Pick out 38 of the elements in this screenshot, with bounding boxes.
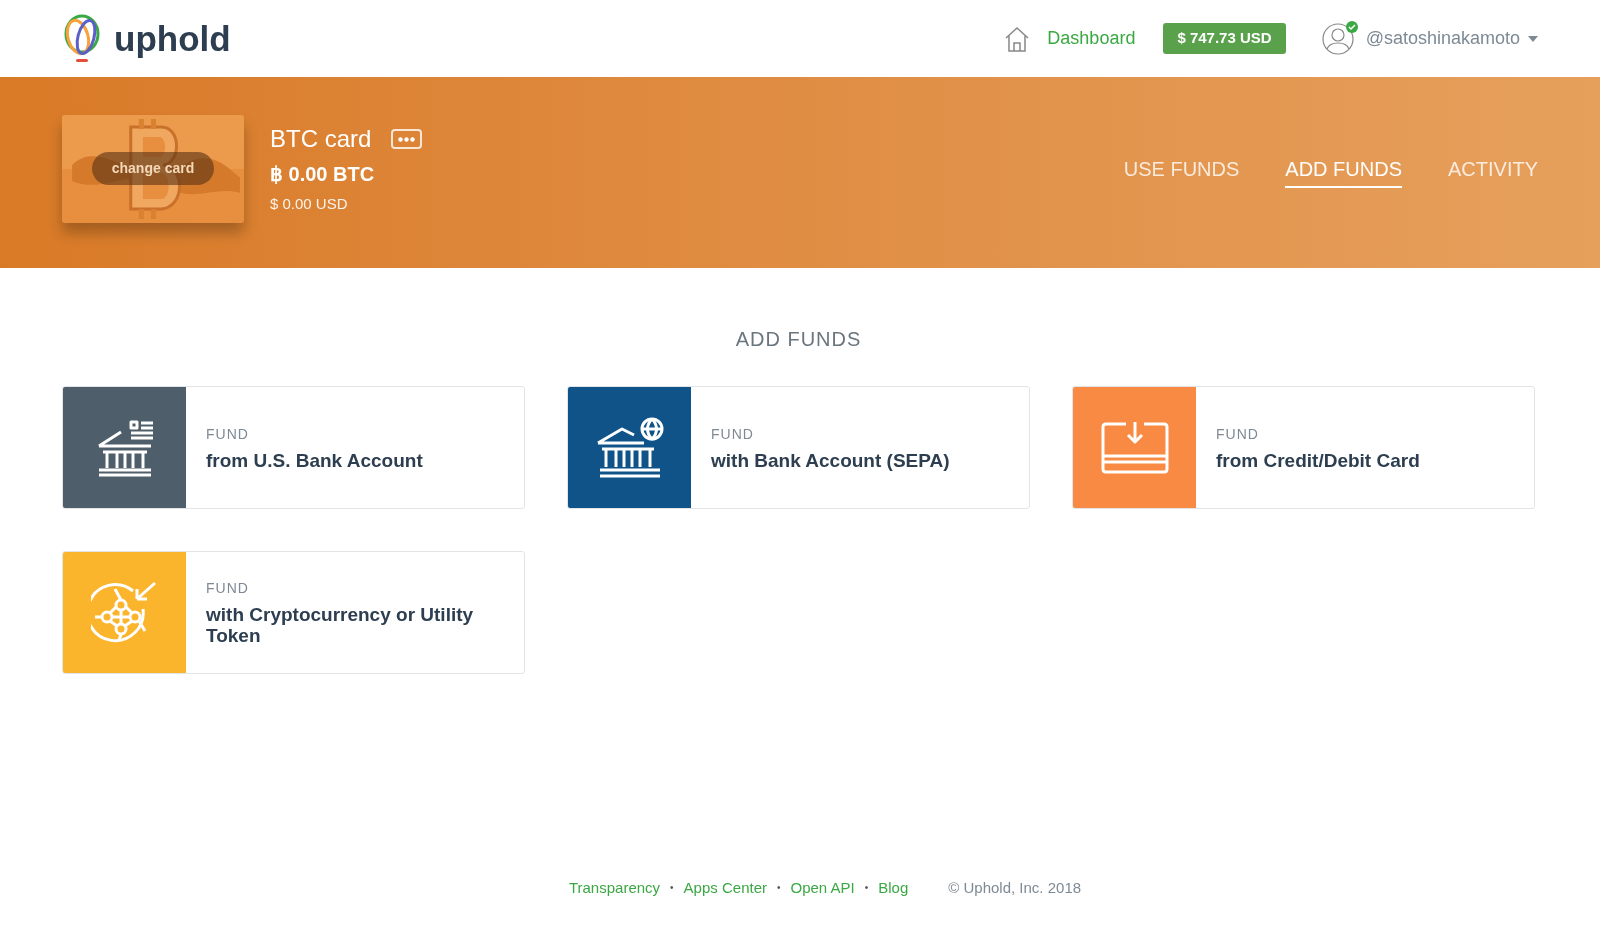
caret-icon xyxy=(1528,35,1538,42)
card-name: BTC card xyxy=(270,124,372,155)
separator-dot: • xyxy=(777,881,781,895)
footer-link[interactable]: Open API xyxy=(790,877,855,900)
fund-title: with Cryptocurrency or Utility Token xyxy=(206,605,475,647)
dashboard-link[interactable]: Dashboard xyxy=(1003,24,1136,53)
card-download-icon xyxy=(1099,419,1170,476)
more-options-button[interactable] xyxy=(391,129,423,150)
fund-label: FUND xyxy=(1216,424,1260,444)
copyright-text: © Uphold, Inc. 2018 xyxy=(948,878,1082,898)
avatar-icon[interactable] xyxy=(1321,22,1354,55)
tab[interactable]: ACTIVITY xyxy=(1448,149,1538,188)
user-menu[interactable]: @satoshinakamoto xyxy=(1365,25,1538,52)
separator-dot: • xyxy=(864,881,869,895)
fund-title: with Bank Account (SEPA) xyxy=(711,450,950,472)
fund-option-card[interactable]: FUND with Bank Account (SEPA) xyxy=(567,386,1030,509)
footer-link[interactable]: Transparency xyxy=(568,877,661,900)
separator-dot: • xyxy=(670,881,674,895)
fund-label: FUND xyxy=(711,424,755,444)
fund-title: from Credit/Debit Card xyxy=(1216,450,1420,472)
more-icon xyxy=(398,136,416,142)
section-title: ADD FUNDS xyxy=(734,327,863,352)
balance-badge[interactable]: $ 747.73 USD xyxy=(1163,23,1286,54)
fund-option-card[interactable]: FUND from U.S. Bank Account xyxy=(62,386,525,509)
fund-option-card[interactable]: FUND with Cryptocurrency or Utility Token xyxy=(62,551,525,674)
card-balance-usd: $ 0.00 USD xyxy=(270,194,349,215)
fund-title: from U.S. Bank Account xyxy=(206,450,423,472)
fund-option-card[interactable]: FUND from Credit/Debit Card xyxy=(1072,386,1535,509)
fund-label: FUND xyxy=(206,579,250,599)
change-card-button[interactable]: change card xyxy=(91,152,215,185)
tab[interactable]: ADD FUNDS xyxy=(1285,149,1402,188)
footer-link[interactable]: Blog xyxy=(878,877,909,900)
logo-icon xyxy=(62,12,102,65)
footer-link[interactable]: Apps Center xyxy=(683,877,767,900)
tab[interactable]: USE FUNDS xyxy=(1123,149,1240,188)
logo-wordmark[interactable]: uphold xyxy=(114,21,231,56)
fund-label: FUND xyxy=(206,424,250,444)
card-balance: ฿ 0.00 BTC xyxy=(270,162,376,188)
